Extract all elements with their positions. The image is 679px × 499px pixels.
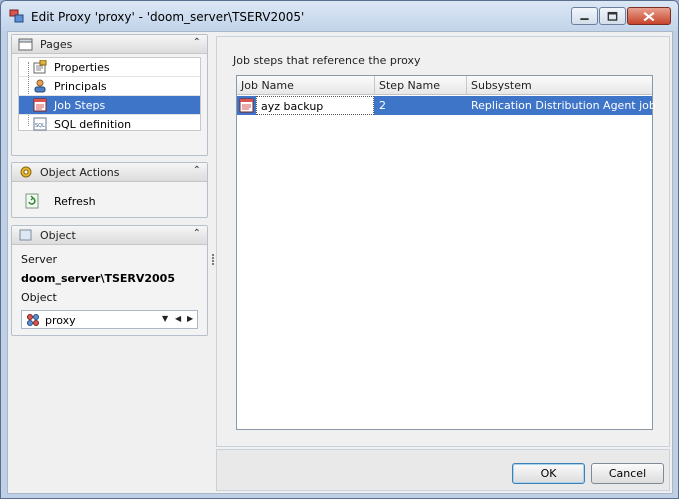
page-item-label: Principals: [54, 80, 107, 93]
previous-icon[interactable]: ◀: [175, 314, 181, 323]
window-title: Edit Proxy 'proxy' - 'doom_server\TSERV2…: [31, 10, 305, 24]
page-item-job-steps[interactable]: Job Steps: [19, 96, 200, 115]
column-header-job-name[interactable]: Job Name: [237, 76, 375, 95]
object-panel-title: Object: [40, 229, 76, 242]
properties-icon: [33, 60, 47, 74]
object-actions-title: Object Actions: [40, 166, 120, 179]
pages-panel: Pages ⌃ Properties Principals Job Steps …: [11, 34, 208, 156]
refresh-label: Refresh: [54, 195, 96, 208]
collapse-icon[interactable]: ⌃: [193, 228, 201, 239]
object-actions-panel: Object Actions ⌃ Refresh: [11, 162, 208, 218]
page-item-principals[interactable]: Principals: [19, 77, 200, 96]
dialog-client-area: Pages ⌃ Properties Principals Job Steps …: [7, 31, 673, 494]
dialog-button-bar: OK Cancel: [216, 449, 670, 491]
cell-job-name[interactable]: ayz backup: [256, 96, 374, 115]
page-item-label: Properties: [54, 61, 110, 74]
principals-icon: [34, 79, 46, 93]
object-actions-header[interactable]: Object Actions ⌃: [12, 163, 207, 182]
server-label: Server: [21, 253, 58, 266]
cancel-button[interactable]: Cancel: [591, 463, 664, 484]
pages-icon: [18, 38, 33, 51]
close-button[interactable]: [627, 7, 671, 25]
maximize-icon: [607, 11, 618, 21]
job-steps-pane: Job steps that reference the proxy Job N…: [216, 36, 670, 447]
minimize-button[interactable]: [571, 7, 598, 25]
splitter-handle[interactable]: [212, 254, 215, 268]
proxy-icon: [9, 9, 24, 23]
page-item-properties[interactable]: Properties: [19, 58, 200, 77]
object-icon: [19, 229, 32, 241]
server-value: doom_server\TSERV2005: [21, 272, 175, 285]
grid-header: Job Name Step Name Subsystem: [237, 76, 652, 95]
object-selector[interactable]: proxy ▼ ◀ ▶: [21, 310, 198, 329]
dropdown-icon[interactable]: ▼: [162, 314, 168, 323]
cell-step-name[interactable]: 2: [375, 96, 467, 115]
sql-icon: SQL: [33, 117, 47, 131]
object-panel-header[interactable]: Object ⌃: [12, 226, 207, 245]
proxy-icon: [27, 314, 39, 326]
collapse-icon[interactable]: ⌃: [193, 37, 201, 48]
maximize-button[interactable]: [599, 7, 626, 25]
next-icon[interactable]: ▶: [187, 314, 193, 323]
title-bar[interactable]: Edit Proxy 'proxy' - 'doom_server\TSERV2…: [1, 1, 678, 31]
pages-panel-title: Pages: [40, 38, 73, 51]
object-selector-value: proxy: [45, 314, 76, 327]
cell-subsystem[interactable]: Replication Distribution Agent job: [467, 96, 656, 115]
collapse-icon[interactable]: ⌃: [193, 165, 201, 176]
page-item-sql-definition[interactable]: SQL SQL definition: [19, 115, 200, 134]
table-row[interactable]: ayz backup 2 Replication Distribution Ag…: [237, 96, 656, 115]
refresh-icon: [25, 193, 39, 209]
edit-proxy-window: Edit Proxy 'proxy' - 'doom_server\TSERV2…: [0, 0, 679, 499]
job-steps-caption: Job steps that reference the proxy: [233, 54, 421, 67]
job-steps-grid[interactable]: Job Name Step Name Subsystem ayz backup …: [236, 75, 656, 430]
object-panel: Object ⌃ Server doom_server\TSERV2005 Ob…: [11, 225, 208, 336]
job-steps-icon: [33, 98, 47, 112]
pages-list: Properties Principals Job Steps SQL SQL …: [18, 57, 201, 131]
close-icon: [643, 11, 655, 22]
job-step-icon: [239, 98, 254, 113]
svg-text:SQL: SQL: [35, 123, 45, 129]
page-item-label: Job Steps: [54, 99, 106, 112]
object-label: Object: [21, 291, 57, 304]
pages-panel-header[interactable]: Pages ⌃: [12, 35, 207, 54]
minimize-icon: [580, 18, 589, 21]
column-header-step-name[interactable]: Step Name: [375, 76, 467, 95]
page-item-label: SQL definition: [54, 118, 132, 131]
gear-icon: [20, 166, 32, 178]
ok-button[interactable]: OK: [512, 463, 585, 484]
column-header-subsystem[interactable]: Subsystem: [467, 76, 652, 95]
